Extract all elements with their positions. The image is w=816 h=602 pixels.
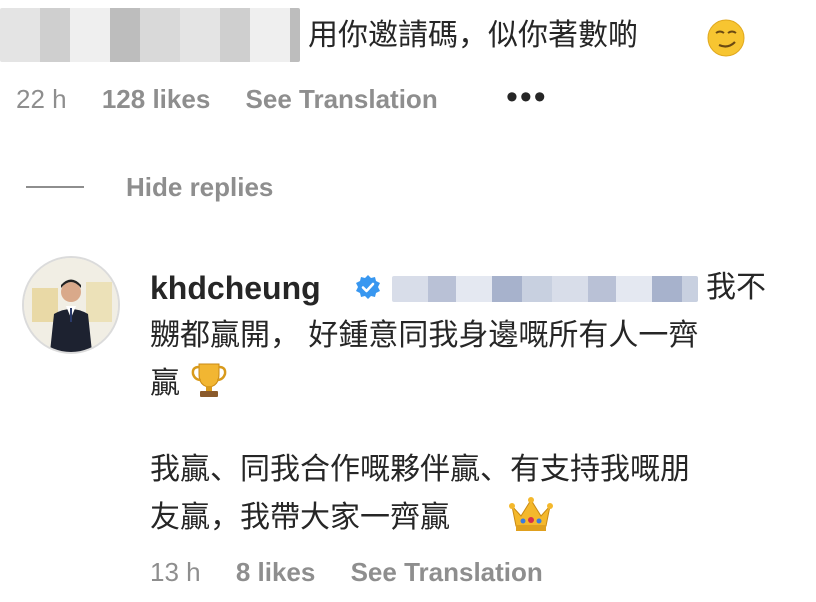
see-translation-link[interactable]: See Translation bbox=[246, 84, 438, 114]
verified-badge-icon bbox=[356, 275, 380, 299]
avatar-photo bbox=[24, 258, 118, 352]
reply-text-line5: 友贏，我帶大家一齊贏 bbox=[150, 501, 450, 534]
crown-emoji bbox=[509, 497, 553, 531]
comment-time[interactable]: 22 h bbox=[16, 84, 67, 114]
smirking-face-emoji bbox=[707, 19, 745, 57]
comment-meta: 22 h 128 likes See Translation bbox=[16, 84, 466, 114]
reply-see-translation-link[interactable]: See Translation bbox=[351, 557, 543, 587]
reply-likes[interactable]: 8 likes bbox=[236, 557, 316, 587]
avatar[interactable] bbox=[22, 256, 120, 354]
reply-meta: 13 h 8 likes See Translation bbox=[150, 557, 571, 587]
more-options-icon[interactable]: ••• bbox=[506, 80, 548, 114]
redacted-mention bbox=[392, 276, 698, 302]
hide-replies-button[interactable]: Hide replies bbox=[126, 172, 273, 202]
reply-text-line2: 嬲都贏開， 好鍾意同我身邊嘅所有人一齊 bbox=[150, 319, 699, 352]
comment-text: 用你邀請碼，似你著數啲 bbox=[308, 19, 638, 52]
redacted-username bbox=[0, 8, 300, 62]
comment-likes[interactable]: 128 likes bbox=[102, 84, 210, 114]
reply-text-line4: 我贏、同我合作嘅夥伴贏、有支持我嘅朋 bbox=[150, 453, 690, 486]
replies-divider bbox=[26, 186, 84, 188]
reply-text-line1: 我不 bbox=[706, 271, 766, 304]
reply-time[interactable]: 13 h bbox=[150, 557, 201, 587]
trophy-emoji bbox=[191, 363, 227, 397]
reply-username[interactable]: khdcheung bbox=[150, 268, 321, 308]
reply-text-line3: 贏 bbox=[150, 367, 180, 400]
